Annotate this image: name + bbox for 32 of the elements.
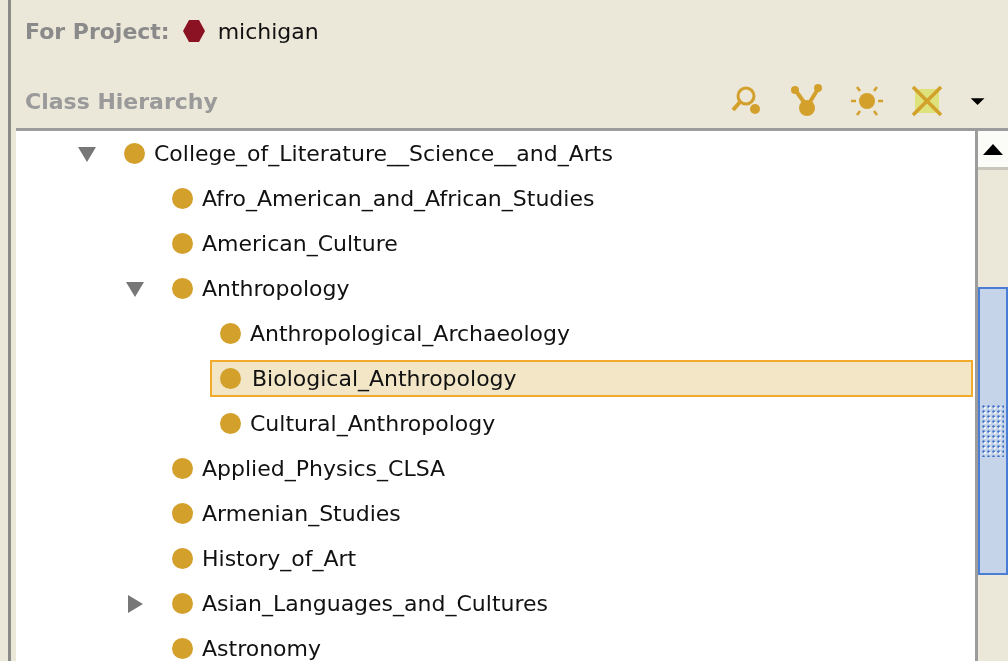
class-icon	[172, 548, 193, 569]
class-icon	[172, 458, 193, 479]
class-icon	[220, 323, 241, 344]
tree-item[interactable]: Anthropological_Archaeology	[246, 315, 973, 352]
panel-title: Class Hierarchy	[25, 88, 219, 114]
class-icon	[172, 278, 193, 299]
project-label: For Project:	[25, 18, 170, 44]
scroll-up-icon[interactable]	[983, 143, 1003, 155]
scrollbar-thumb[interactable]	[978, 287, 1008, 575]
tree-item[interactable]: American_Culture	[198, 225, 973, 262]
grip-icon	[982, 405, 1004, 457]
tree-item[interactable]: Biological_Anthropology	[210, 360, 973, 397]
project-name: michigan	[217, 18, 319, 44]
tree-item[interactable]: Cultural_Anthropology	[246, 405, 973, 442]
project-icon	[181, 19, 206, 43]
tree-item[interactable]: College_of_Literature__Science__and_Arts	[150, 135, 973, 172]
class-icon	[220, 413, 241, 434]
collapse-toggle-icon[interactable]	[76, 144, 98, 163]
class-icon	[172, 638, 193, 659]
tree-item[interactable]: History_of_Art	[198, 540, 973, 577]
class-icon	[172, 593, 193, 614]
tree-item[interactable]: Armenian_Studies	[198, 495, 973, 532]
class-icon	[172, 503, 193, 524]
collapse-toggle-icon[interactable]	[124, 279, 146, 298]
tree-item[interactable]: Anthropology	[198, 270, 973, 307]
tree-item[interactable]: Afro_American_and_African_Studies	[198, 180, 973, 217]
class-icon	[172, 233, 193, 254]
tree-item[interactable]: Astronomy	[198, 630, 973, 661]
tree-item[interactable]: Applied_Physics_CLSA	[198, 450, 973, 487]
tree-item[interactable]: Asian_Languages_and_Cultures	[198, 585, 973, 622]
class-icon	[124, 143, 145, 164]
class-icon	[172, 188, 193, 209]
